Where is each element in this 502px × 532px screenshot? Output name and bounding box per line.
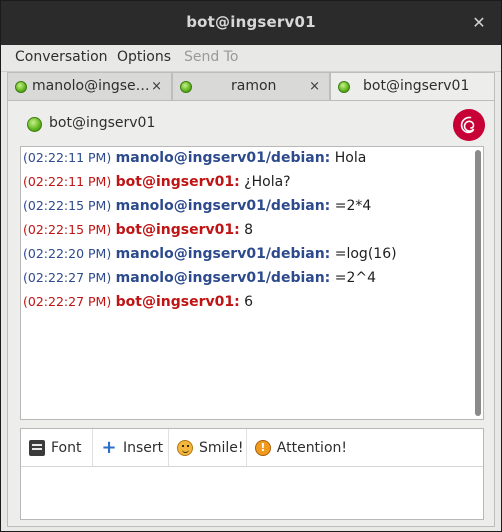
tab-ramon[interactable]: ramon × [172, 72, 330, 100]
message-row: (02:22:20 PM) manolo@ingserv01/debian: =… [23, 246, 397, 262]
debian-logo-icon [453, 109, 485, 141]
smile-button[interactable]: Smile! [169, 429, 247, 466]
conversation-panel: bot@ingserv01 (02:22:11 PM) manolo@ingse… [7, 100, 495, 527]
message-time: (02:22:27 PM) [23, 270, 112, 285]
tab-label: ramon [231, 78, 277, 94]
smiley-icon [177, 439, 193, 456]
smile-button-label: Smile! [199, 439, 244, 456]
message-row: (02:22:15 PM) bot@ingserv01: 8 [23, 222, 253, 238]
message-sender: manolo@ingserv01/debian: [115, 270, 331, 286]
message-text: 6 [244, 294, 254, 310]
message-input[interactable] [21, 467, 483, 519]
menu-options[interactable]: Options [117, 49, 171, 65]
message-row: (02:22:11 PM) bot@ingserv01: ¿Hola? [23, 174, 291, 190]
tab-close-icon[interactable]: × [309, 79, 320, 94]
menu-conversation[interactable]: Conversation [15, 49, 108, 65]
message-log[interactable]: (02:22:11 PM) manolo@ingserv01/debian: H… [20, 146, 484, 420]
plus-icon: + [101, 436, 117, 458]
chat-window: bot@ingserv01 ✕ Conversation Options Sen… [0, 0, 502, 532]
message-sender: bot@ingserv01: [115, 294, 240, 310]
contact-name: bot@ingserv01 [49, 115, 156, 131]
message-sender: manolo@ingserv01/debian: [115, 246, 331, 262]
message-text: =2*4 [334, 198, 372, 214]
message-sender: manolo@ingserv01/debian: [115, 150, 331, 166]
message-log-scrollbar[interactable] [475, 150, 481, 416]
message-text: Hola [334, 150, 367, 166]
tab-manolo[interactable]: manolo@ingse… × [7, 72, 172, 100]
message-sender: bot@ingserv01: [115, 174, 240, 190]
attention-button[interactable]: ! Attention! [247, 429, 347, 466]
message-time: (02:22:15 PM) [23, 222, 112, 237]
message-row: (02:22:27 PM) manolo@ingserv01/debian: =… [23, 270, 376, 286]
message-time: (02:22:27 PM) [23, 294, 112, 309]
message-text: =2^4 [334, 270, 377, 286]
status-online-icon [338, 81, 350, 93]
message-text: 8 [244, 222, 254, 238]
message-sender: manolo@ingserv01/debian: [115, 198, 331, 214]
message-row: (02:22:11 PM) manolo@ingserv01/debian: H… [23, 150, 366, 166]
status-online-icon [180, 81, 192, 93]
window-close-button[interactable]: ✕ [471, 15, 487, 31]
message-sender: bot@ingserv01: [115, 222, 240, 238]
tab-label: manolo@ingse… [32, 78, 150, 94]
message-text: =log(16) [334, 246, 397, 262]
compose-area: Font + Insert Smile! ! Attention! [20, 428, 484, 520]
contact-status-icon [27, 117, 42, 132]
message-text: ¿Hola? [244, 174, 291, 190]
insert-button[interactable]: + Insert [93, 429, 169, 466]
font-icon [29, 439, 45, 456]
menu-send-to[interactable]: Send To [184, 49, 238, 65]
status-online-icon [15, 81, 27, 93]
message-time: (02:22:15 PM) [23, 198, 112, 213]
menu-bar: Conversation Options Send To [1, 45, 501, 72]
message-time: (02:22:11 PM) [23, 174, 112, 189]
tab-bot[interactable]: bot@ingserv01 [330, 72, 495, 101]
message-row: (02:22:27 PM) bot@ingserv01: 6 [23, 294, 253, 310]
conversation-tabs: manolo@ingse… × ramon × bot@ingserv01 [7, 72, 495, 101]
insert-button-label: Insert [123, 439, 164, 456]
font-button-label: Font [51, 439, 82, 456]
attention-button-label: Attention! [276, 439, 347, 456]
message-row: (02:22:15 PM) manolo@ingserv01/debian: =… [23, 198, 371, 214]
font-button[interactable]: Font [21, 429, 93, 466]
attention-icon: ! [255, 439, 271, 456]
title-bar[interactable]: bot@ingserv01 ✕ [1, 1, 501, 45]
tab-close-icon[interactable]: × [151, 79, 162, 94]
message-time: (02:22:11 PM) [23, 150, 112, 165]
tab-label: bot@ingserv01 [363, 78, 470, 94]
format-toolbar: Font + Insert Smile! ! Attention! [21, 429, 483, 467]
window-title: bot@ingserv01 [186, 13, 316, 31]
message-time: (02:22:20 PM) [23, 246, 112, 261]
